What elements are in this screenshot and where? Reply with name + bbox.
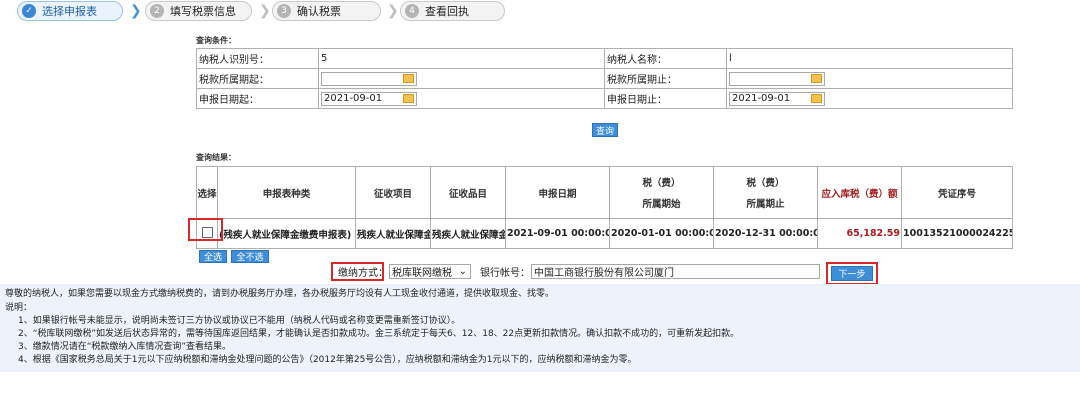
col-period-start-line2: 所属期始 (642, 199, 681, 211)
note-item: 4、根据《国家税务总局关于1元以下应纳税额和滞纳金处理问题的公告》（2012年第… (18, 355, 637, 365)
results-section-title: 查询结果： (196, 153, 236, 162)
step-number: 2 (150, 4, 164, 18)
col-form-type: 申报表种类 (217, 166, 356, 219)
col-period-end-line2: 所属期止 (746, 199, 785, 211)
taxpayer-name-field[interactable]: l (726, 48, 1013, 69)
note-item: 3、缴款情况请在“税款缴纳入库情况查询”查看结果。 (18, 342, 232, 352)
step-label: 填写税票信息 (170, 5, 236, 18)
step-confirm-tax-ticket[interactable]: 3 确认税票 (272, 1, 381, 21)
col-amount: 应入库税（费）额 (817, 166, 902, 219)
step-select-form[interactable]: ✓ 选择申报表 (17, 1, 123, 21)
period-start-label: 税款所属期起： (196, 68, 319, 89)
step-bar: ✓ 选择申报表 ❯ 2 填写税票信息 ❯ 3 确认税票 ❯ 4 查看回执 (0, 0, 1080, 24)
next-step-highlight (826, 262, 878, 285)
calendar-icon[interactable] (811, 94, 822, 103)
row-period-end: 2020-12-31 00:00:00.0 (713, 218, 818, 249)
payment-method-highlight (331, 262, 384, 281)
col-levy-item: 征收项目 (355, 166, 431, 219)
declare-start-value: 2021-09-01 (324, 92, 383, 104)
calendar-icon[interactable] (403, 94, 414, 103)
calendar-icon[interactable] (403, 74, 414, 83)
checkbox-highlight (188, 218, 223, 241)
taxpayer-name-label: 纳税人名称： (604, 48, 727, 69)
declare-end-input[interactable]: 2021-09-01 (729, 91, 825, 106)
taxpayer-id-field[interactable]: 5 (318, 48, 605, 69)
bank-account-label: 银行帐号： (480, 268, 530, 279)
results-table: 选择 申报表种类 征收项目 征收品目 申报日期 税（费） 所属期始 税（费） 所… (196, 166, 1013, 249)
bank-account-select[interactable]: 中国工商银行股份有限公司厦门 (531, 264, 820, 279)
calendar-icon[interactable] (811, 74, 822, 83)
query-section-title: 查询条件： (196, 36, 236, 45)
note-item: 1、如果银行帐号未能显示，说明尚未签订三方协议或协议已不能用（纳税人代码或名称变… (18, 316, 461, 326)
step-number: 3 (277, 4, 291, 18)
col-period-start-line1: 税（费） (642, 177, 681, 189)
chevron-down-icon: ⌄ (458, 266, 467, 277)
col-voucher: 凭证序号 (901, 166, 1013, 219)
declare-end-cell: 2021-09-01 (726, 88, 1013, 109)
col-period-end-line1: 税（费） (746, 177, 785, 189)
row-period-start: 2020-01-01 00:00:00.0 (609, 218, 714, 249)
step-view-receipt[interactable]: 4 查看回执 (400, 1, 505, 21)
notes-panel: 尊敬的纳税人，如果您需要以现金方式缴纳税费的，请到办税服务厅办理，各办税服务厅均… (0, 284, 1080, 372)
select-all-button[interactable]: 全选 (199, 250, 227, 263)
row-form-type: (残疾人就业保障金缴费申报表) (217, 218, 356, 249)
deselect-all-button[interactable]: 全不选 (231, 250, 269, 263)
col-select: 选择 (196, 166, 218, 219)
declare-start-label: 申报日期起： (196, 88, 319, 109)
col-levy-subitem: 征收品目 (430, 166, 506, 219)
step-number: 4 (405, 4, 419, 18)
step-check-icon: ✓ (22, 4, 36, 18)
chevron-right-icon: ❯ (259, 3, 271, 19)
chevron-right-icon: ❯ (387, 3, 399, 19)
declare-start-cell: 2021-09-01 (318, 88, 605, 109)
declare-start-input[interactable]: 2021-09-01 (321, 91, 417, 106)
table-row[interactable]: (残疾人就业保障金缴费申报表) 残疾人就业保障金 残疾人就业保障金 2021-0… (196, 218, 1013, 249)
query-table: 纳税人识别号： 5 纳税人名称： l 税款所属期起： 税款所属期止： 申报日期起… (196, 48, 1013, 109)
row-levy-subitem: 残疾人就业保障金 (430, 218, 506, 249)
col-period-start: 税（费） 所属期始 (609, 166, 714, 219)
period-start-cell (318, 68, 605, 89)
row-voucher: 10013521000024225542 (901, 218, 1013, 249)
bank-account-value: 中国工商银行股份有限公司厦门 (534, 268, 674, 279)
period-end-label: 税款所属期止： (604, 68, 727, 89)
declare-end-label: 申报日期止： (604, 88, 727, 109)
period-end-input[interactable] (729, 71, 825, 86)
col-declare-date: 申报日期 (505, 166, 610, 219)
payment-method-value: 税库联网缴税 (392, 268, 452, 279)
taxpayer-id-label: 纳税人识别号： (196, 48, 319, 69)
payment-method-select[interactable]: 税库联网缴税 ⌄ (389, 264, 471, 279)
step-fill-tax-ticket[interactable]: 2 填写税票信息 (145, 1, 252, 21)
chevron-right-icon: ❯ (130, 3, 142, 19)
period-end-cell (726, 68, 1013, 89)
note-item: 2、“税库联网缴税”如发送后状态异常的，需等待国库返回结果，才能确认是否扣款成功… (18, 329, 740, 339)
step-label: 查看回执 (425, 5, 469, 18)
row-levy-item: 残疾人就业保障金 (355, 218, 431, 249)
declare-end-value: 2021-09-01 (732, 92, 791, 104)
results-header-row: 选择 申报表种类 征收项目 征收品目 申报日期 税（费） 所属期始 税（费） 所… (196, 166, 1013, 219)
notes-heading: 说明： (5, 303, 33, 313)
step-label: 确认税票 (297, 5, 341, 18)
search-button[interactable]: 查询 (592, 123, 618, 137)
row-amount: 65,182.59 (817, 218, 902, 249)
col-period-end: 税（费） 所属期止 (713, 166, 818, 219)
step-label: 选择申报表 (42, 5, 97, 18)
period-start-input[interactable] (321, 71, 417, 86)
notes-intro: 尊敬的纳税人，如果您需要以现金方式缴纳税费的，请到办税服务厅办理，各办税服务厅均… (5, 289, 555, 299)
row-declare-date: 2021-09-01 00:00:00.0 (505, 218, 610, 249)
